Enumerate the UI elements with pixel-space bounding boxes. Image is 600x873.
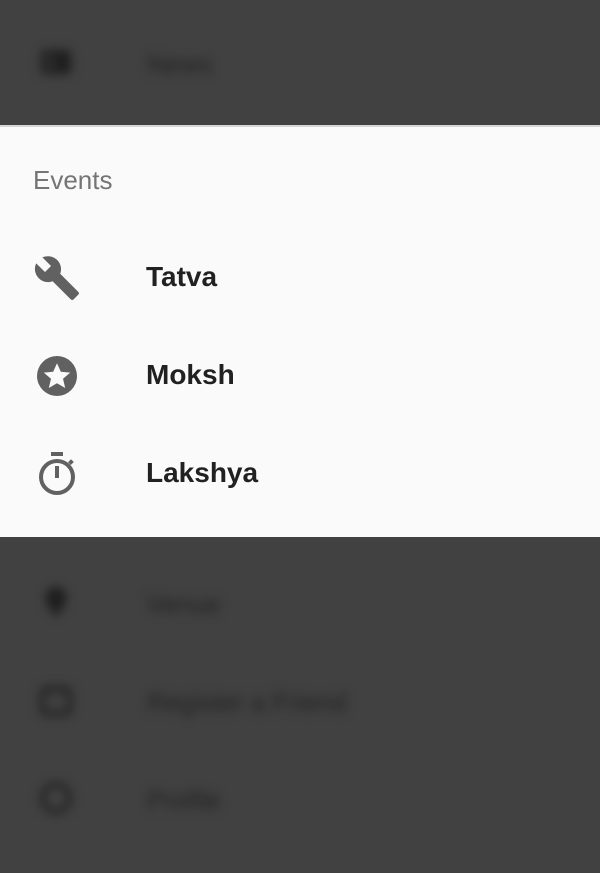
star-circle-icon — [33, 352, 81, 400]
bg-menu-item-label: Profile — [147, 785, 221, 815]
bg-menu-item-venue: Venue — [0, 572, 600, 632]
stopwatch-icon — [33, 450, 81, 498]
menu-item-label: Lakshya — [146, 457, 259, 488]
wrench-icon — [33, 254, 81, 302]
bg-menu-item-label: Register a Friend — [147, 687, 347, 717]
menu-item-label: Moksh — [146, 359, 235, 390]
menu-item-tatva[interactable]: Tatva — [0, 229, 600, 325]
bg-menu-item-news: News — [0, 32, 600, 92]
menu-item-moksh[interactable]: Moksh — [0, 327, 600, 423]
location-pin-icon — [38, 584, 74, 620]
clock-icon — [38, 780, 74, 816]
bg-menu-item-profile: Profile — [0, 768, 600, 828]
app-screen: News Venue Register a Friend Profile Eve… — [0, 0, 600, 873]
events-section-title: Events — [33, 165, 113, 195]
newspaper-icon — [38, 44, 74, 80]
calendar-icon — [38, 682, 74, 718]
menu-item-label: Tatva — [146, 261, 218, 292]
bg-menu-item-label: Venue — [147, 589, 221, 619]
bg-menu-item-label: News — [147, 49, 213, 79]
events-sheet: Events Tatva Moksh Lakshya — [0, 125, 600, 537]
bg-menu-item-register: Register a Friend — [0, 670, 600, 730]
menu-item-lakshya[interactable]: Lakshya — [0, 425, 600, 521]
